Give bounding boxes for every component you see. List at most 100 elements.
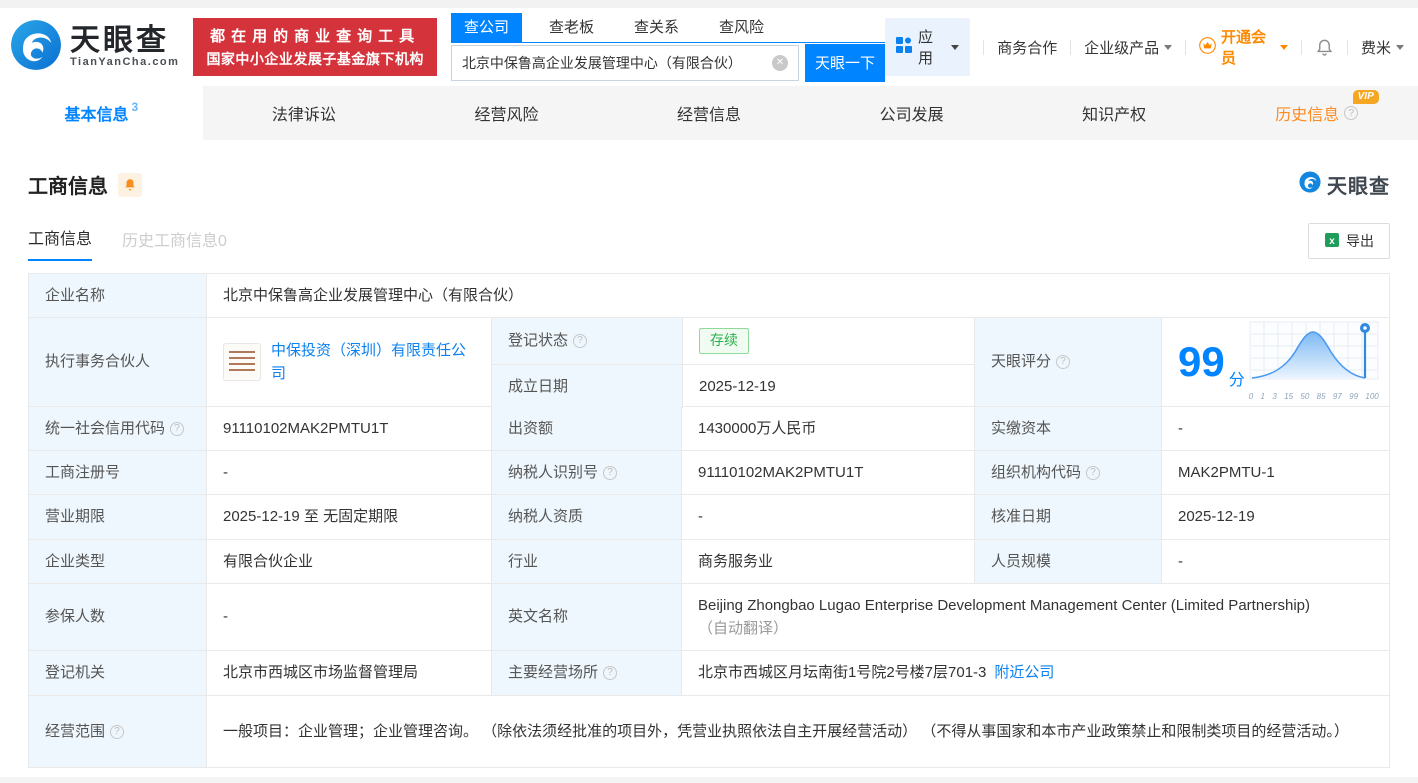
nearby-companies-link[interactable]: 附近公司 <box>994 661 1054 684</box>
tab-history-info[interactable]: VIP 历史信息 ? <box>1215 86 1418 140</box>
search-input[interactable]: 北京中保鲁高企业发展管理中心（有限合伙） ✕ <box>451 45 799 81</box>
search-tab-relation[interactable]: 查关系 <box>621 13 692 42</box>
score-unit: 分 <box>1229 369 1245 394</box>
tab-legal-litigation[interactable]: 法律诉讼 <box>203 86 406 140</box>
apps-menu[interactable]: 应用 <box>885 18 970 76</box>
table-row: 营业期限 2025-12-19 至 无固定期限 纳税人资质 - 核准日期 202… <box>29 495 1389 540</box>
vip-badge: VIP <box>1353 90 1379 104</box>
help-icon[interactable]: ? <box>1086 466 1100 480</box>
apps-grid-icon <box>896 37 912 57</box>
executive-partner-label: 执行事务合伙人 <box>29 318 206 406</box>
executive-partner-link[interactable]: 中保投资（深圳）有限责任公司 <box>271 339 475 386</box>
business-scope-label: 经营范围 <box>45 720 105 743</box>
chevron-down-icon <box>1396 45 1404 50</box>
est-date-label: 成立日期 <box>492 365 682 408</box>
watermark-logo: 天眼查 <box>1299 170 1390 199</box>
search-area: 查公司 查老板 查关系 查风险 北京中保鲁高企业发展管理中心（有限合伙） ✕ 天… <box>451 13 885 82</box>
footer-strip <box>0 777 1418 783</box>
org-code-label: 组织机构代码 <box>991 461 1081 484</box>
subtab-business-info[interactable]: 工商信息 <box>28 225 92 261</box>
tab-operation-info[interactable]: 经营信息 <box>608 86 811 140</box>
score-distribution-chart: 0131550859799100 <box>1249 321 1381 404</box>
help-icon[interactable]: ? <box>1344 106 1358 120</box>
approval-date-value: 2025-12-19 <box>1161 495 1389 539</box>
tab-company-development[interactable]: 公司发展 <box>810 86 1013 140</box>
header: 天眼查 TianYanCha.com 都在用的商业查询工具 国家中小企业发展子基… <box>0 8 1418 86</box>
user-menu[interactable]: 费米 <box>1361 37 1404 58</box>
search-tab-risk[interactable]: 查风险 <box>706 13 777 42</box>
table-row: 统一社会信用代码 ? 91110102MAK2PMTU1T 出资额 143000… <box>29 407 1389 451</box>
header-menu: 应用 商务合作 企业级产品 开通会员 <box>885 18 1404 76</box>
notifications-bell-icon[interactable] <box>1315 38 1334 57</box>
help-icon[interactable]: ? <box>1056 355 1070 369</box>
main-content: 工商信息 天眼查 工商信息 历史工商信息0 x <box>0 170 1418 768</box>
search-input-value: 北京中保鲁高企业发展管理中心（有限合伙） <box>462 53 772 73</box>
english-name-label: 英文名称 <box>491 584 681 650</box>
reg-authority-value: 北京市西城区市场监督管理局 <box>206 651 491 695</box>
table-row: 参保人数 - 英文名称 Beijing Zhongbao Lugao Enter… <box>29 584 1389 651</box>
divider <box>1185 40 1186 55</box>
tianyancha-eye-icon <box>1299 171 1321 198</box>
search-button[interactable]: 天眼一下 <box>805 44 885 82</box>
taxpayer-quality-value: - <box>681 495 974 539</box>
user-name: 费米 <box>1361 37 1391 58</box>
tab-operation-risk[interactable]: 经营风险 <box>405 86 608 140</box>
staff-size-value: - <box>1161 540 1389 583</box>
score-value: 99 <box>1178 341 1225 383</box>
tianyancha-logo[interactable]: 天眼查 TianYanCha.com <box>10 19 179 76</box>
help-icon[interactable]: ? <box>603 666 617 680</box>
company-name-value: 北京中保鲁高企业发展管理中心（有限合伙） <box>206 274 1389 317</box>
insured-count-value: - <box>206 584 491 650</box>
search-tab-company[interactable]: 查公司 <box>451 13 522 42</box>
logo-title: 天眼查 <box>70 26 179 56</box>
subtab-history-business-info[interactable]: 历史工商信息0 <box>122 227 227 261</box>
company-name-label: 企业名称 <box>29 274 206 317</box>
paid-capital-label: 实缴资本 <box>974 407 1161 450</box>
table-row: 企业类型 有限合伙企业 行业 商务服务业 人员规模 - <box>29 540 1389 584</box>
business-place-label: 主要经营场所 <box>508 661 598 684</box>
help-icon[interactable]: ? <box>603 466 617 480</box>
divider <box>1070 40 1071 55</box>
taxpayer-id-label: 纳税人识别号 <box>508 461 598 484</box>
promo-banner: 都在用的商业查询工具 国家中小企业发展子基金旗下机构 <box>193 18 437 76</box>
menu-cooperation[interactable]: 商务合作 <box>997 37 1057 58</box>
export-button[interactable]: x 导出 <box>1308 223 1390 259</box>
svg-text:x: x <box>1329 236 1335 247</box>
score-label: 天眼评分 <box>991 350 1051 373</box>
excel-icon: x <box>1324 232 1340 251</box>
business-info-table: 企业名称 北京中保鲁高企业发展管理中心（有限合伙） 执行事务合伙人 中保投资（深… <box>28 273 1390 768</box>
reg-authority-label: 登记机关 <box>29 651 206 695</box>
tab-intellectual-property[interactable]: 知识产权 <box>1013 86 1216 140</box>
tab-basic-info[interactable]: 基本信息 3 <box>0 86 203 140</box>
subscribe-bell-icon[interactable] <box>118 173 142 197</box>
open-vip-button[interactable]: 开通会员 <box>1199 26 1288 68</box>
help-icon[interactable]: ? <box>170 422 184 436</box>
business-scope-value: 一般项目：企业管理；企业管理咨询。 （除依法须经批准的项目外，凭营业执照依法自主… <box>206 696 1389 767</box>
top-strip <box>0 0 1418 8</box>
reg-number-value: - <box>206 451 491 494</box>
help-icon[interactable]: ? <box>110 725 124 739</box>
help-icon[interactable]: ? <box>573 334 587 348</box>
tab-count: 3 <box>131 100 138 114</box>
business-term-value: 2025-12-19 至 无固定期限 <box>206 495 491 539</box>
paid-capital-value: - <box>1161 407 1389 450</box>
status-badge: 存续 <box>699 328 749 354</box>
search-tabs: 查公司 查老板 查关系 查风险 <box>451 13 885 43</box>
chevron-down-icon <box>1164 45 1172 50</box>
taxpayer-id-value: 91110102MAK2PMTU1T <box>681 451 974 494</box>
org-code-value: MAK2PMTU-1 <box>1161 451 1389 494</box>
clear-search-icon[interactable]: ✕ <box>772 55 788 71</box>
menu-enterprise-products[interactable]: 企业级产品 <box>1084 37 1172 58</box>
watermark-text: 天眼查 <box>1327 170 1390 199</box>
company-type-label: 企业类型 <box>29 540 206 583</box>
banner-line1: 都在用的商业查询工具 <box>206 25 424 46</box>
divider <box>1301 40 1302 55</box>
table-row: 经营范围 ? 一般项目：企业管理；企业管理咨询。 （除依法须经批准的项目外，凭营… <box>29 696 1389 767</box>
table-row: 执行事务合伙人 中保投资（深圳）有限责任公司 登记状态 ? 存续 成立日期 <box>29 318 1389 407</box>
search-tab-boss[interactable]: 查老板 <box>536 13 607 42</box>
tianyancha-eye-icon <box>10 19 62 76</box>
apps-label: 应用 <box>918 26 940 68</box>
score-chart-axis: 0131550859799100 <box>1249 391 1379 403</box>
reg-number-label: 工商注册号 <box>29 451 206 494</box>
capital-value: 1430000万人民币 <box>681 407 974 450</box>
